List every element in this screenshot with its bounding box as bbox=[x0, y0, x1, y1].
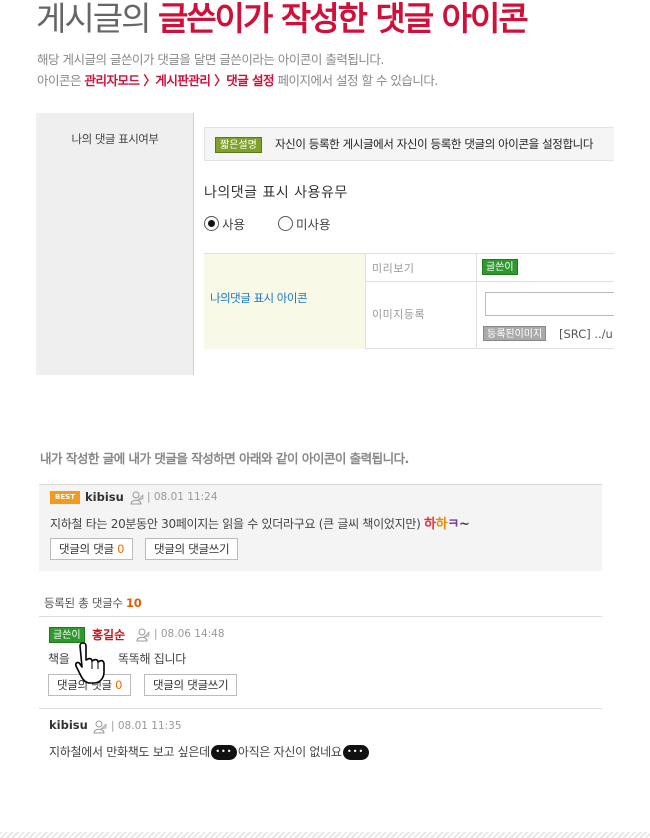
reply-count: 0 bbox=[115, 678, 123, 692]
haha-emoticon: 하하ㅋ~ bbox=[424, 517, 470, 532]
reply-write-button[interactable]: 댓글의 댓글쓰기 bbox=[144, 674, 238, 696]
desc-line-2-suffix: 페이지에서 설정 할 수 있습니다. bbox=[274, 73, 439, 88]
haha-char-2: 하 bbox=[435, 517, 448, 532]
image-label-cell: 이미지등록 bbox=[366, 282, 477, 349]
best-comment: BEST kibisu | 08.01 11:24 지하철 타는 20분동안 3… bbox=[39, 484, 602, 571]
speech-bubble-icon bbox=[210, 744, 237, 760]
radio-nouse[interactable]: 미사용 bbox=[278, 214, 331, 233]
pointer-hand-icon bbox=[75, 642, 105, 684]
page-description: 해당 게시글의 글쓴이가 댓글을 달면 글쓴이라는 아이콘이 출력됩니다. 아이… bbox=[37, 49, 438, 91]
tip-badge: 짧은설명 bbox=[215, 137, 262, 153]
divider bbox=[39, 616, 602, 617]
reply-list-button[interactable]: 댓글의 댓글 0 bbox=[50, 538, 134, 560]
admin-settings-panel: 나의 댓글 표시여부 짧은설명 자신이 등록한 게시글에서 자신이 등록한 댓글… bbox=[36, 113, 614, 375]
page-title: 게시글의 글쓴이가 작성한 댓글 아이콘 bbox=[36, 0, 529, 38]
haha-tilde: ~ bbox=[459, 517, 470, 532]
preview-value-cell: 글쓴이 bbox=[477, 254, 614, 282]
user-icon bbox=[130, 491, 144, 505]
preview-label: 미리보기 bbox=[372, 262, 415, 275]
haha-char-1: 하 bbox=[423, 517, 436, 532]
comment-body: 지하철 타는 20분동안 30페이지는 읽을 수 있더라구요 (큰 글씨 책이었… bbox=[50, 517, 421, 531]
user-icon bbox=[136, 628, 150, 642]
radio-use[interactable]: 사용 bbox=[204, 214, 245, 233]
comment-text-end: 똑똑해 집니다 bbox=[118, 652, 186, 666]
example-caption: 내가 작성한 글에 내가 댓글을 작성하면 아래와 같이 아이콘이 출력됩니다. bbox=[40, 451, 409, 466]
image-src-text: [SRC] ../u bbox=[559, 327, 613, 341]
radio-use-label: 사용 bbox=[222, 217, 246, 232]
author-icon-preview: 글쓴이 bbox=[482, 259, 518, 275]
comment-date: | 08.01 11:24 bbox=[147, 491, 218, 503]
icon-settings-table: 나의댓글 표시 아이콘 미리보기 글쓴이 이미지등록 등록된이미지 [SRC] … bbox=[204, 253, 614, 349]
reply-list-label: 댓글의 댓글 bbox=[59, 542, 118, 556]
tip-text: 자신이 등록한 게시글에서 자신이 등록한 댓글의 아이콘을 설정합니다 bbox=[275, 137, 594, 151]
desc-line-1: 해당 게시글의 글쓴이가 댓글을 달면 글쓴이라는 아이콘이 출력됩니다. bbox=[37, 52, 384, 67]
reply-write-button[interactable]: 댓글의 댓글쓰기 bbox=[145, 538, 239, 560]
comment-text: 지하철 타는 20분동안 30페이지는 읽을 수 있더라구요 (큰 글씨 책이었… bbox=[50, 513, 470, 532]
tip-box: 짧은설명 자신이 등록한 게시글에서 자신이 등록한 댓글의 아이콘을 설정합니… bbox=[204, 127, 614, 161]
bottom-pattern bbox=[0, 832, 650, 838]
image-value-cell: 등록된이미지 [SRC] ../u bbox=[477, 282, 614, 349]
desc-line-2: 아이콘은 관리자모드 〉게시판관리 〉댓글 설정 페이지에서 설정 할 수 있습… bbox=[37, 70, 438, 91]
user-icon bbox=[93, 720, 107, 734]
comment-date: | 08.01 11:35 bbox=[111, 720, 182, 732]
icon-row-label: 나의댓글 표시 아이콘 bbox=[210, 291, 308, 305]
icon-row-header: 나의댓글 표시 아이콘 bbox=[204, 254, 366, 349]
comment-text-part-1: 지하철에서 만화책도 보고 싶은데 bbox=[49, 745, 210, 759]
settings-path: 관리자모드 〉게시판관리 〉댓글 설정 bbox=[84, 73, 275, 88]
admin-side-label: 나의 댓글 표시여부 bbox=[71, 132, 159, 146]
divider bbox=[39, 708, 602, 709]
comment-total-count: 10 bbox=[126, 596, 142, 610]
comment-author[interactable]: kibisu bbox=[49, 718, 88, 732]
comment-total: 등록된 총 댓글수 10 bbox=[44, 595, 142, 611]
comment-total-label: 등록된 총 댓글수 bbox=[44, 596, 127, 610]
radio-unchecked-icon bbox=[278, 216, 293, 231]
desc-line-2-prefix: 아이콘은 bbox=[37, 73, 85, 88]
reply-count: 0 bbox=[117, 542, 125, 556]
speech-bubble-icon bbox=[342, 744, 369, 760]
image-label: 이미지등록 bbox=[372, 308, 426, 321]
comment-author[interactable]: kibisu bbox=[85, 490, 124, 504]
comment-text-start: 책을 bbox=[48, 652, 70, 666]
admin-side-column: 나의 댓글 표시여부 bbox=[36, 113, 194, 375]
radio-checked-icon bbox=[204, 216, 219, 231]
preview-label-cell: 미리보기 bbox=[366, 254, 477, 282]
best-badge: BEST bbox=[50, 491, 80, 504]
registered-image-button[interactable]: 등록된이미지 bbox=[483, 326, 547, 341]
image-file-input[interactable] bbox=[485, 292, 614, 316]
radio-nouse-label: 미사용 bbox=[296, 217, 331, 232]
page-title-highlight: 글쓴이가 작성한 댓글 아이콘 bbox=[157, 0, 529, 38]
page-title-prefix: 게시글의 bbox=[36, 0, 158, 38]
setting-title: 나의댓글 표시 사용유무 bbox=[204, 185, 348, 201]
comment-date: | 08.06 14:48 bbox=[154, 628, 225, 640]
comment-text-part-2: 아직은 자신이 없네요 bbox=[237, 745, 342, 759]
haha-char-3: ㅋ bbox=[447, 517, 459, 532]
comment-text: 지하철에서 만화책도 보고 싶은데 아직은 자신이 없네요 bbox=[49, 743, 370, 760]
